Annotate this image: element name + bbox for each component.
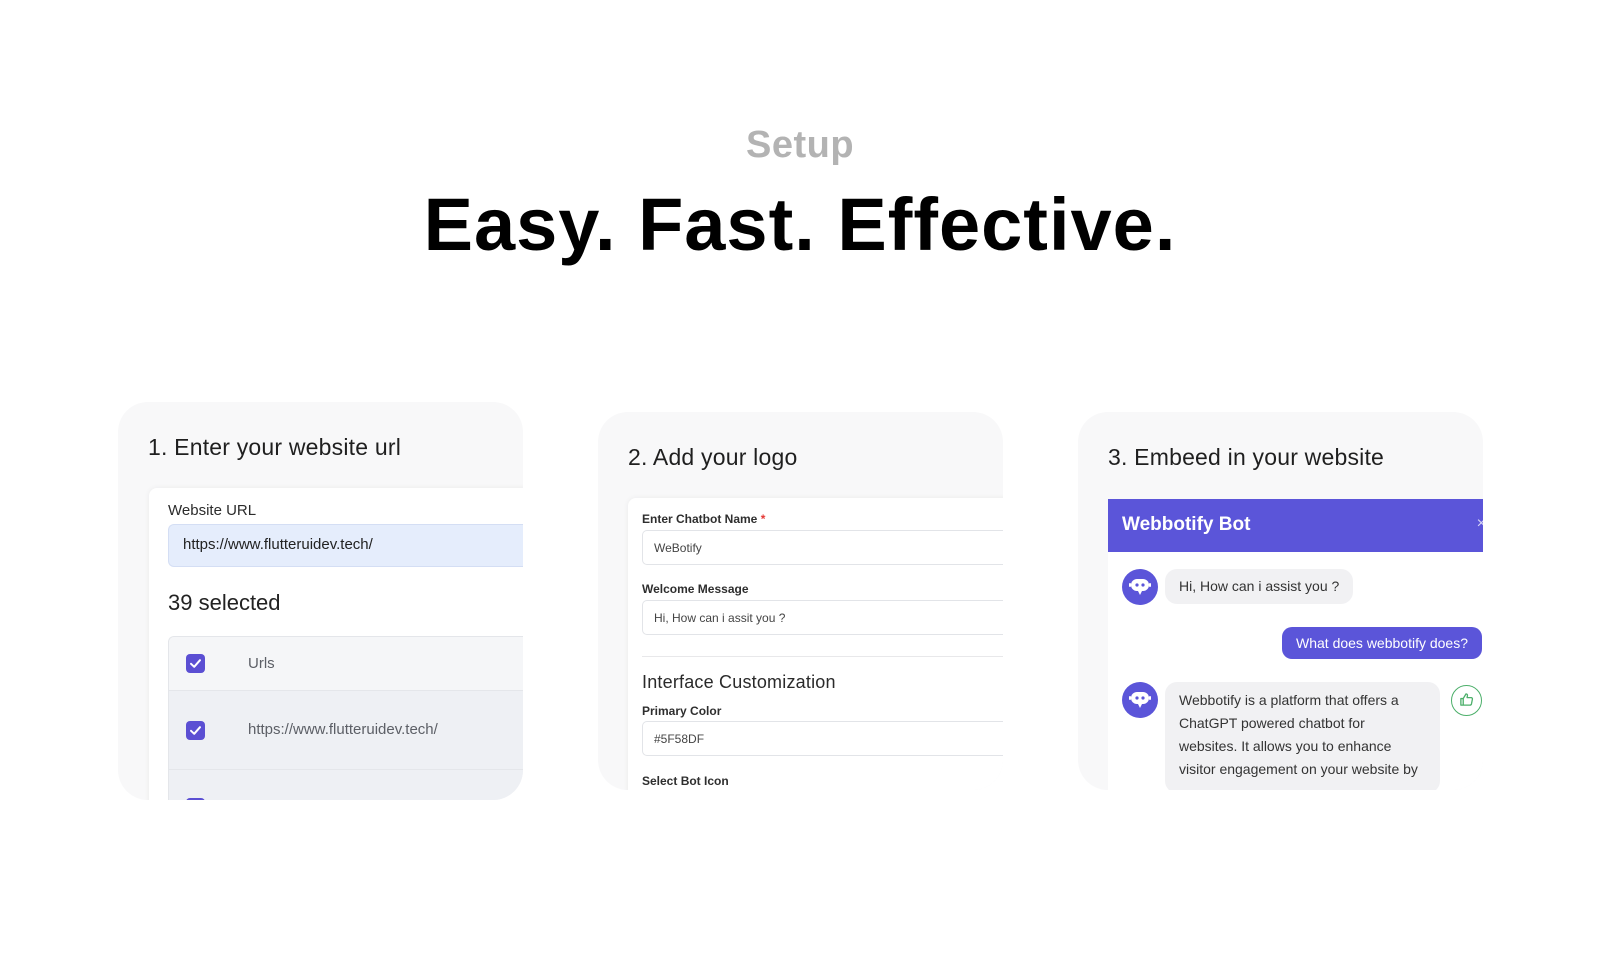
url-cell: https://www.flutteruidev.tech/	[248, 721, 438, 738]
bot-avatar	[1122, 569, 1158, 605]
divider	[642, 656, 1003, 657]
bot-icon	[1129, 692, 1151, 708]
step-title: 1. Enter your website url	[148, 434, 402, 460]
website-url-label: Website URL	[168, 502, 257, 519]
table-row[interactable]: https://www.flutteruidev.tech/	[169, 691, 523, 770]
primary-color-label: Primary Color	[642, 704, 722, 718]
step-card-website-url: 1. Enter your website url Website URL ht…	[118, 402, 523, 800]
required-mark: *	[760, 512, 766, 526]
checkmark-icon	[190, 726, 201, 735]
bot-avatar	[1122, 682, 1158, 718]
page-headline: Easy. Fast. Effective.	[423, 183, 1177, 266]
checkmark-icon	[190, 659, 201, 668]
chat-widget: Webbotify Bot × Hi, How can i assist you…	[1108, 499, 1483, 790]
selected-count: 39 selected	[168, 590, 281, 615]
like-button[interactable]	[1451, 685, 1482, 716]
bot-icon-label: Select Bot Icon	[642, 774, 729, 788]
column-header-urls: Urls	[248, 655, 275, 672]
table-row[interactable]	[169, 770, 523, 800]
step-card-add-logo: 2. Add your logo Enter Chatbot Name * We…	[598, 412, 1003, 790]
chatbot-name-label: Enter Chatbot Name *	[642, 512, 766, 526]
bot-icon	[1129, 579, 1151, 595]
url-table: Urls https://www.flutteruidev.tech/	[168, 636, 523, 800]
setup-eyebrow: Setup	[745, 124, 855, 166]
primary-color-input[interactable]: #5F58DF	[642, 721, 1003, 756]
thumbs-up-icon	[1460, 693, 1474, 706]
row-checkbox[interactable]	[186, 798, 205, 800]
welcome-message-input[interactable]: Hi, How can i assit you ?	[642, 600, 1003, 635]
row-checkbox[interactable]	[186, 721, 205, 740]
chatbot-settings-panel: Enter Chatbot Name * WeBotify Welcome Me…	[628, 498, 1003, 790]
step-title: 2. Add your logo	[628, 444, 798, 470]
step-card-embed: 3. Embeed in your website Webbotify Bot …	[1078, 412, 1483, 790]
interface-customization-heading: Interface Customization	[642, 672, 836, 692]
select-all-checkbox[interactable]	[186, 654, 205, 673]
website-url-panel: Website URL https://www.flutteruidev.tec…	[149, 488, 523, 800]
bot-name: Webbotify Bot	[1122, 514, 1251, 535]
user-message: What does webbotify does?	[1282, 627, 1482, 659]
step-title: 3. Embeed in your website	[1108, 444, 1385, 470]
close-icon[interactable]: ×	[1477, 515, 1483, 533]
chatbot-name-input[interactable]: WeBotify	[642, 530, 1003, 565]
bot-message: Hi, How can i assist you ?	[1165, 569, 1354, 604]
chat-header: Webbotify Bot ×	[1108, 499, 1483, 552]
bot-message: Webbotify is a platform that offers a Ch…	[1165, 682, 1440, 790]
website-url-input[interactable]: https://www.flutteruidev.tech/	[168, 524, 523, 567]
table-header-row: Urls	[169, 637, 523, 691]
welcome-message-label: Welcome Message	[642, 582, 749, 596]
